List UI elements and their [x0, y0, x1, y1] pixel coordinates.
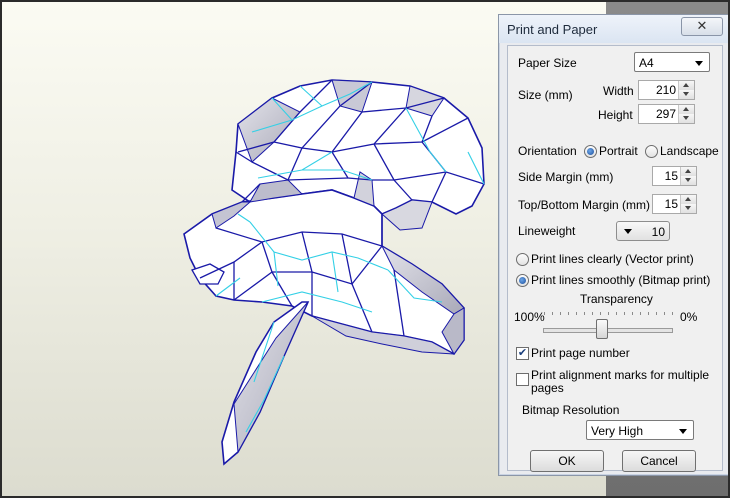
slider-tick	[656, 312, 657, 315]
vector-print-label[interactable]: Print lines clearly (Vector print)	[531, 252, 694, 266]
slider-tick	[672, 312, 673, 315]
lineweight-selector[interactable]: 10	[616, 221, 670, 241]
landscape-label[interactable]: Landscape	[660, 144, 719, 158]
slider-tick	[584, 312, 585, 315]
alignment-marks-label[interactable]: Print alignment marks for multiple	[531, 368, 709, 382]
dialog-titlebar[interactable]: Print and Paper ✕	[499, 15, 728, 43]
bitmap-resolution-dropdown[interactable]: Very High	[586, 420, 694, 440]
height-value: 297	[655, 107, 676, 121]
side-margin-spinner[interactable]: 15	[652, 166, 697, 186]
slider-tick	[648, 312, 649, 315]
side-margin-label: Side Margin (mm)	[518, 170, 614, 184]
bitmap-print-radio[interactable]	[516, 274, 529, 287]
close-button[interactable]: ✕	[681, 17, 723, 36]
topbottom-margin-spinner[interactable]: 15	[652, 194, 697, 214]
lineweight-label: Lineweight	[518, 224, 576, 238]
slider-tick	[640, 312, 641, 315]
slider-tick	[616, 312, 617, 315]
slider-tick	[664, 312, 665, 315]
portrait-radio[interactable]	[584, 145, 597, 158]
size-label: Size (mm)	[518, 88, 573, 102]
transparency-max-label: 0%	[680, 310, 698, 324]
alignment-marks-label-2[interactable]: pages	[531, 381, 564, 395]
slider-tick	[592, 312, 593, 315]
vector-print-radio[interactable]	[516, 253, 529, 266]
dialog-body: Paper Size A4 Size (mm) Width 210 Height…	[507, 45, 723, 472]
portrait-label[interactable]: Portrait	[599, 144, 638, 158]
bitmap-resolution-label: Bitmap Resolution	[522, 403, 620, 417]
width-label: Width	[603, 84, 634, 98]
width-spinner[interactable]: 210	[638, 80, 695, 100]
ok-button[interactable]: OK	[530, 450, 604, 472]
topbottom-margin-down-button[interactable]	[681, 204, 696, 213]
page-number-checkbox[interactable]: ✔	[516, 347, 529, 360]
bitmap-print-label[interactable]: Print lines smoothly (Bitmap print)	[531, 273, 710, 287]
app-window: Print and Paper ✕ Paper Size A4 Size (mm…	[2, 2, 728, 496]
slider-tick	[568, 312, 569, 315]
chevron-down-icon	[695, 61, 703, 66]
cancel-button[interactable]: Cancel	[622, 450, 696, 472]
chevron-down-icon	[679, 429, 687, 434]
slider-tick	[560, 312, 561, 315]
slider-tick	[624, 312, 625, 315]
dialog-title: Print and Paper	[507, 22, 598, 37]
lineweight-value: 10	[651, 225, 665, 239]
side-margin-down-button[interactable]	[681, 176, 696, 185]
transparency-label: Transparency	[580, 292, 653, 306]
transparency-min-label: 100%	[514, 310, 545, 324]
landscape-radio[interactable]	[645, 145, 658, 158]
height-down-button[interactable]	[679, 114, 694, 123]
paper-size-dropdown[interactable]: A4	[634, 52, 710, 72]
slider-tick	[544, 312, 545, 315]
chevron-down-icon	[624, 229, 632, 234]
transparency-slider-track[interactable]	[543, 328, 673, 333]
orientation-label: Orientation	[518, 144, 577, 158]
alignment-marks-checkbox[interactable]	[516, 373, 529, 386]
paper-size-value: A4	[639, 56, 654, 70]
topbottom-margin-value: 15	[664, 197, 678, 211]
slider-tick	[576, 312, 577, 315]
side-margin-value: 15	[664, 169, 678, 183]
width-value: 210	[655, 83, 676, 97]
page-number-label[interactable]: Print page number	[531, 346, 630, 360]
print-and-paper-dialog: Print and Paper ✕ Paper Size A4 Size (mm…	[498, 14, 728, 476]
slider-tick	[600, 312, 601, 315]
height-label: Height	[598, 108, 633, 122]
slider-tick	[608, 312, 609, 315]
transparency-slider-thumb[interactable]	[596, 319, 608, 339]
width-down-button[interactable]	[679, 90, 694, 99]
slider-tick	[552, 312, 553, 315]
height-spinner[interactable]: 297	[638, 104, 695, 124]
slider-tick	[632, 312, 633, 315]
paper-size-label: Paper Size	[518, 56, 577, 70]
bitmap-resolution-value: Very High	[591, 424, 644, 438]
topbottom-margin-label: Top/Bottom Margin (mm)	[518, 198, 651, 212]
